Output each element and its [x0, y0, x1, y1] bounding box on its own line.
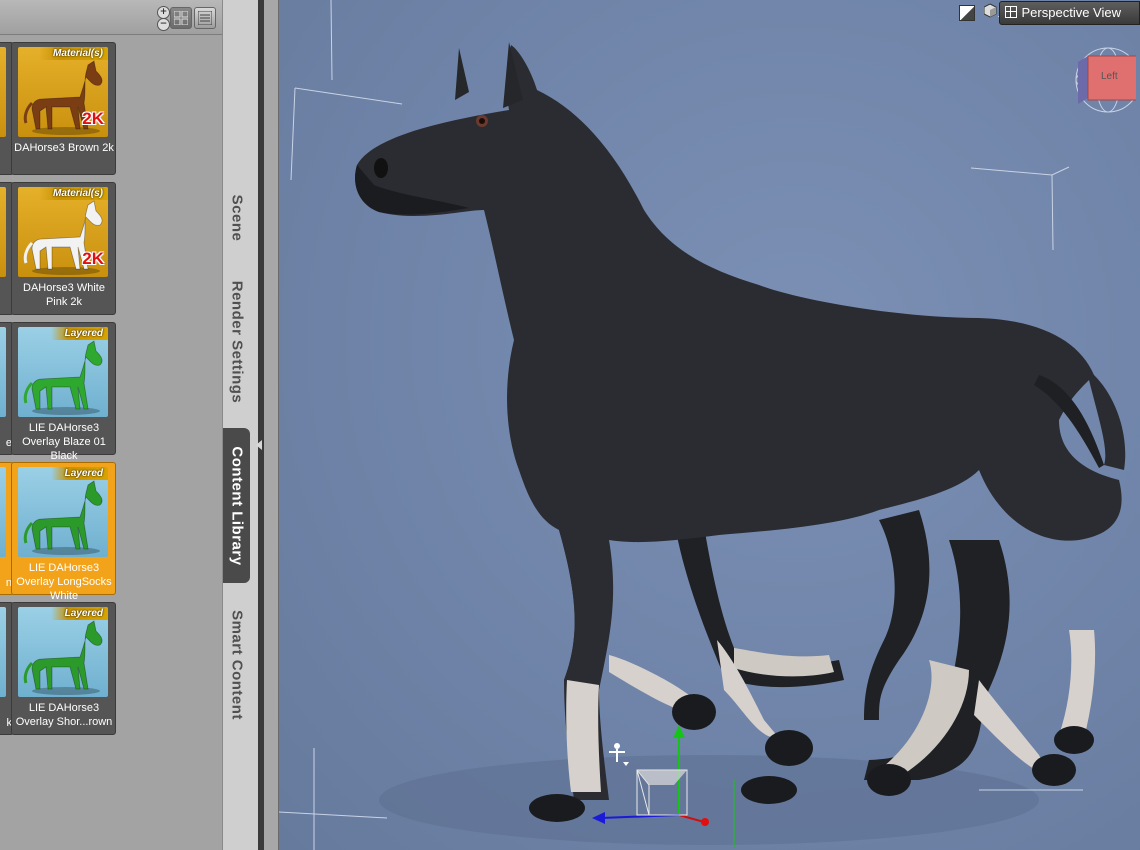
tab-scene[interactable]: Scene: [223, 170, 250, 265]
tile-badge: Material(s): [38, 187, 108, 200]
tab-label: Render Settings: [228, 280, 245, 404]
tile-thumbnail: [0, 467, 6, 557]
view-cube-label: Left: [1101, 71, 1118, 82]
tab-label: Content Library: [228, 445, 245, 566]
tab-label: Smart Content: [228, 609, 245, 720]
content-library-panel: + − Material(s) 2K DAHorse3 Brown 2k Materi…: [0, 0, 222, 850]
viewport-3d[interactable]: Perspective View Left: [279, 0, 1140, 850]
horse-thumbnail-icon: [23, 340, 103, 415]
tile-badge: Layered: [50, 607, 108, 620]
tile-badge: Layered: [50, 327, 108, 340]
scene-canvas[interactable]: [279, 0, 1140, 850]
tab-label: Scene: [228, 194, 245, 241]
tab-smart-content[interactable]: Smart Content: [223, 592, 250, 737]
tile-thumbnail: Layered: [18, 327, 108, 417]
gizmo-x-handle[interactable]: [701, 818, 709, 826]
library-tile[interactable]: Material(s) 2K DAHorse3 White Pink 2k: [11, 182, 116, 315]
icon-view-button[interactable]: [170, 7, 192, 29]
pane-tab-bar: Scene Render Settings Content Library Sm…: [222, 0, 259, 850]
tile-label: LIE DAHorse3 Overlay Blaze 01 Black: [22, 422, 106, 462]
tile-thumbnail: Layered: [18, 467, 108, 557]
tile-label: DAHorse3 White Pink 2k: [23, 282, 105, 308]
tile-thumbnail: [0, 187, 6, 277]
grid-icon: [1004, 6, 1017, 18]
tile-thumbnail: Material(s) 2K: [18, 47, 108, 137]
tab-content-library[interactable]: Content Library: [223, 428, 250, 583]
tile-resolution-badge: 2K: [82, 109, 104, 128]
tile-badge: Material(s): [38, 47, 108, 60]
draw-style-icon[interactable]: [959, 5, 975, 21]
library-toolbar: + −: [0, 0, 222, 35]
tile-thumbnail: [0, 607, 6, 697]
grid-icon: [174, 11, 188, 25]
library-tile[interactable]: Layered LIE DAHorse3 Overlay Blaze 01 Bla…: [11, 322, 116, 462]
zoom-out-icon[interactable]: −: [157, 18, 170, 31]
view-label: Perspective View: [1021, 5, 1121, 20]
view-selector-button[interactable]: Perspective View: [998, 1, 1140, 25]
tile-thumbnail: [0, 327, 6, 417]
tile-label: DAHorse3 Brown 2k: [14, 142, 114, 154]
tile-label: LIE DAHorse3 Overlay LongSocks White: [16, 562, 112, 602]
tile-resolution-badge: 2K: [82, 249, 104, 268]
library-tile[interactable]: Material(s) 2K DAHorse3 Brown 2k: [11, 42, 116, 175]
horse-thumbnail-icon: [23, 480, 103, 555]
view-cube[interactable]: Left: [1074, 44, 1140, 118]
tile-thumbnail: Layered: [18, 607, 108, 697]
tab-render-settings[interactable]: Render Settings: [223, 262, 250, 422]
tile-thumbnail: Material(s) 2K: [18, 187, 108, 277]
library-tile[interactable]: Layered LIE DAHorse3 Overlay Shor...rown: [11, 602, 116, 735]
list-icon: [198, 11, 212, 25]
horse-thumbnail-icon: [23, 620, 103, 695]
tile-badge: Layered: [50, 467, 108, 480]
horse-figure[interactable]: [355, 42, 1126, 822]
list-view-button[interactable]: [194, 7, 216, 29]
tile-label: LIE DAHorse3 Overlay Shor...rown: [15, 702, 113, 728]
library-tile[interactable]: Layered LIE DAHorse3 Overlay LongSocks Wh…: [11, 462, 116, 602]
collapse-arrow-icon[interactable]: [256, 440, 262, 450]
viewport-frame: [264, 0, 279, 850]
tile-thumbnail: [0, 47, 6, 137]
